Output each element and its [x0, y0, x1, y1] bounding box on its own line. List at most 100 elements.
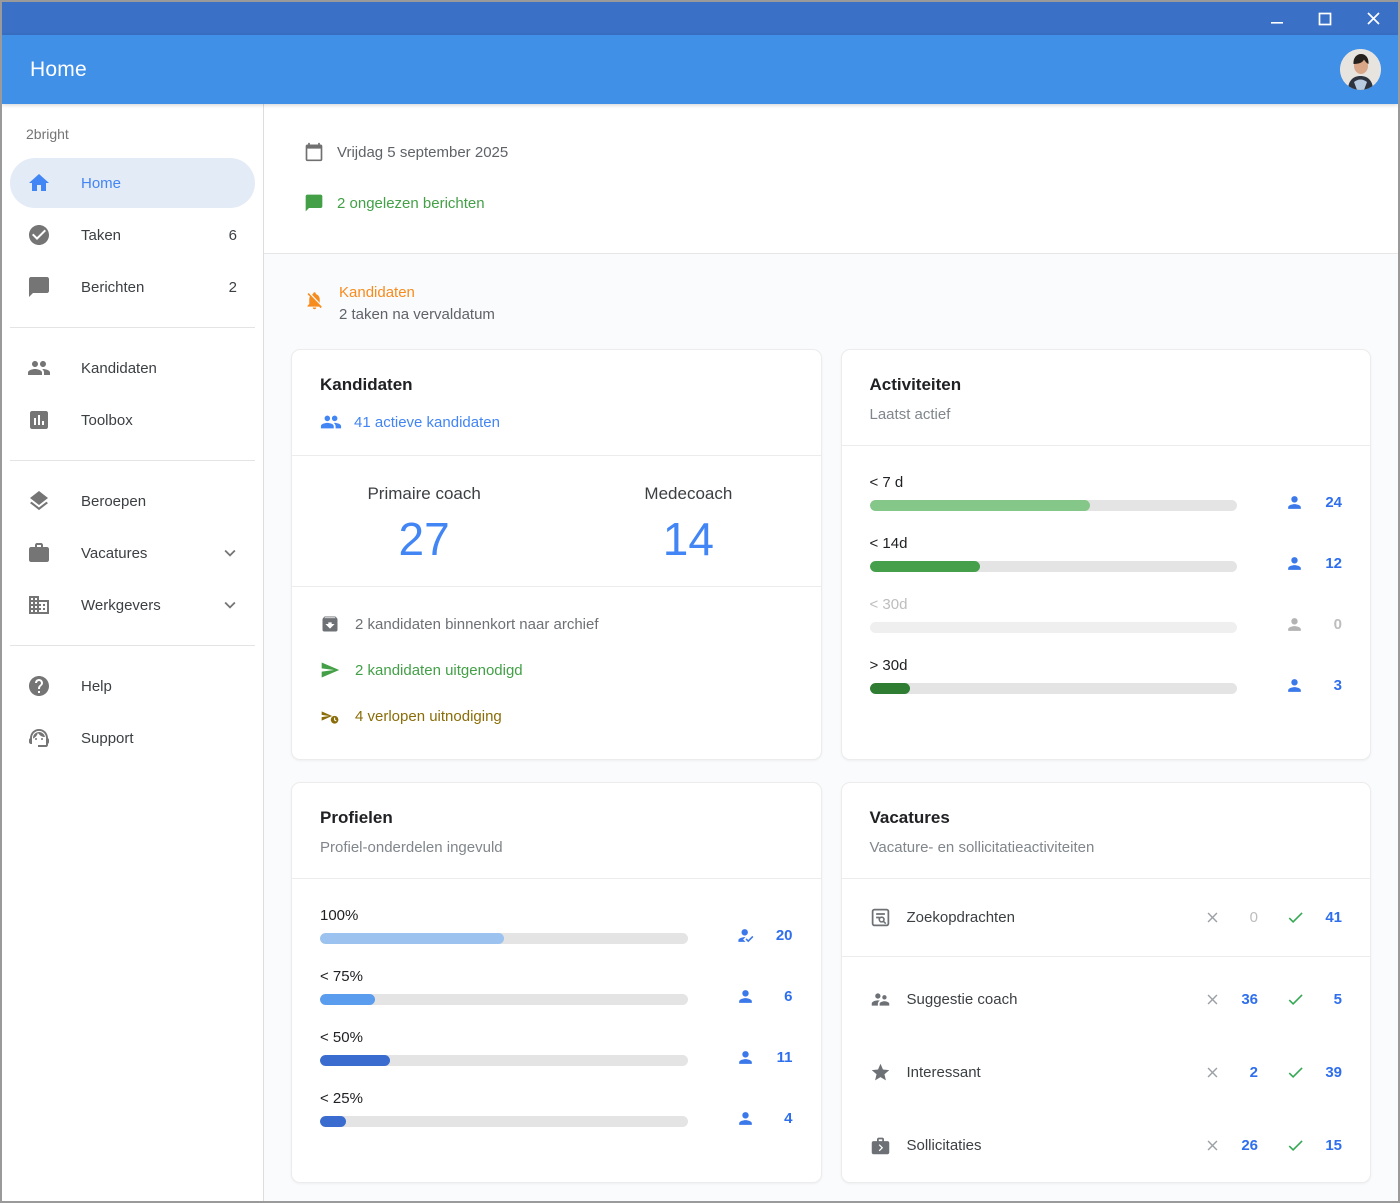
sidebar-item-vacatures[interactable]: Vacatures: [10, 528, 255, 578]
activity-count-7d[interactable]: 24: [1237, 493, 1342, 513]
home-icon: [27, 171, 51, 195]
sidebar-item-label: Toolbox: [81, 412, 133, 429]
minimize-button[interactable]: [1268, 10, 1286, 28]
close-button[interactable]: [1364, 10, 1382, 28]
sollicitaties-accepted[interactable]: 15: [1286, 1136, 1342, 1155]
person-check-icon: [736, 926, 755, 945]
org-label: 2bright: [2, 126, 263, 158]
profile-count-100[interactable]: 20: [688, 926, 793, 946]
sidebar-item-label: Home: [81, 175, 121, 192]
sollicitaties-rejected[interactable]: 26: [1204, 1137, 1258, 1154]
suggestie-coach-row: Suggestie coach 36 5: [842, 963, 1371, 1036]
active-candidates-link[interactable]: 41 actieve kandidaten: [320, 411, 793, 433]
profile-range-label: < 50%: [320, 1029, 688, 1046]
sidebar-divider: [10, 460, 255, 461]
sidebar-item-beroepen[interactable]: Beroepen: [10, 476, 255, 526]
activity-count-over30d[interactable]: 3: [1237, 676, 1342, 696]
progress-track: [320, 994, 688, 1005]
suggestie-accepted[interactable]: 5: [1286, 990, 1342, 1009]
vacatures-card: Vacatures Vacature- en sollicitatieactiv…: [841, 782, 1372, 1183]
check-icon: [1286, 908, 1305, 927]
vacature-row-label: Sollicitaties: [907, 1137, 982, 1154]
profile-range-label: < 75%: [320, 968, 688, 985]
invited-label: 2 kandidaten uitgenodigd: [355, 662, 523, 679]
sidebar-item-support[interactable]: Support: [10, 713, 255, 763]
people-icon: [320, 411, 342, 433]
sidebar-item-label: Kandidaten: [81, 360, 157, 377]
activity-count-value: 24: [1320, 494, 1342, 511]
kandidaten-card: Kandidaten 41 actieve kandidaten: [291, 349, 822, 760]
progress-track: [320, 1116, 688, 1127]
profile-count-value: 20: [771, 927, 793, 944]
sidebar-item-kandidaten[interactable]: Kandidaten: [10, 343, 255, 393]
progress-fill: [320, 1055, 390, 1066]
activity-range-label: < 7 d: [870, 474, 1238, 491]
progress-track: [320, 933, 688, 944]
zoekopdrachten-rejected[interactable]: 0: [1204, 909, 1258, 926]
check-icon: [1286, 990, 1305, 1009]
suggestie-rejected[interactable]: 36: [1204, 991, 1258, 1008]
progress-track: [320, 1055, 688, 1066]
date-label: Vrijdag 5 september 2025: [337, 144, 508, 161]
person-icon: [1285, 554, 1304, 573]
appbar: Home: [2, 35, 1398, 104]
profile-count-value: 11: [771, 1049, 793, 1066]
close-icon: [1204, 1137, 1221, 1154]
profile-row-75: < 75% 6: [320, 968, 793, 1005]
close-icon: [1204, 1064, 1221, 1081]
avatar[interactable]: [1340, 49, 1381, 90]
interessant-rejected[interactable]: 2: [1204, 1064, 1258, 1081]
main-content: Vrijdag 5 september 2025 2 ongelezen ber…: [264, 104, 1398, 1201]
profielen-card: Profielen Profiel-onderdelen ingevuld 10…: [291, 782, 822, 1183]
sidebar-item-label: Beroepen: [81, 493, 146, 510]
rejected-count: 26: [1234, 1137, 1258, 1154]
zoekopdrachten-accepted[interactable]: 41: [1286, 908, 1342, 927]
profile-count-25[interactable]: 4: [688, 1109, 793, 1129]
unread-messages-label: 2 ongelezen berichten: [337, 195, 485, 212]
unread-messages-row[interactable]: 2 ongelezen berichten: [304, 193, 1358, 213]
maximize-button[interactable]: [1316, 10, 1334, 28]
sidebar-item-help[interactable]: Help: [10, 661, 255, 711]
card-title: Kandidaten: [320, 375, 793, 395]
activity-count-30d[interactable]: 0: [1237, 615, 1342, 635]
building-icon: [27, 593, 51, 617]
chevron-down-icon[interactable]: [219, 594, 241, 616]
profile-count-75[interactable]: 6: [688, 987, 793, 1007]
overdue-tasks-alert[interactable]: Kandidaten 2 taken na vervaldatum: [304, 284, 1371, 323]
alert-subtitle: 2 taken na vervaldatum: [339, 306, 495, 323]
archive-soon-row[interactable]: 2 kandidaten binnenkort naar archief: [320, 601, 793, 647]
activity-count-value: 3: [1320, 677, 1342, 694]
sidebar-item-berichten[interactable]: Berichten 2: [10, 262, 255, 312]
primary-coach-stat: Primaire coach 27: [292, 484, 556, 566]
stat-label: Primaire coach: [292, 484, 556, 504]
accepted-count: 39: [1318, 1064, 1342, 1081]
app-window: Home 2bright Home: [0, 0, 1400, 1203]
sidebar-divider: [10, 327, 255, 328]
progress-fill: [870, 683, 910, 694]
chevron-down-icon[interactable]: [219, 542, 241, 564]
sidebar-item-werkgevers[interactable]: Werkgevers: [10, 580, 255, 630]
sidebar-item-home[interactable]: Home: [10, 158, 255, 208]
rejected-count: 2: [1234, 1064, 1258, 1081]
activity-range-label: > 30d: [870, 657, 1238, 674]
bar-chart-icon: [27, 408, 51, 432]
card-title: Vacatures: [870, 808, 1343, 828]
interessant-accepted[interactable]: 39: [1286, 1063, 1342, 1082]
rejected-count: 0: [1234, 909, 1258, 926]
invited-row[interactable]: 2 kandidaten uitgenodigd: [320, 647, 793, 693]
person-icon: [1285, 615, 1304, 634]
archive-soon-label: 2 kandidaten binnenkort naar archief: [355, 616, 599, 633]
profile-count-50[interactable]: 11: [688, 1048, 793, 1068]
person-icon: [736, 1109, 755, 1128]
close-icon: [1204, 991, 1221, 1008]
people-icon: [27, 356, 51, 380]
profile-row-25: < 25% 4: [320, 1090, 793, 1127]
profile-range-label: < 25%: [320, 1090, 688, 1107]
chat-icon: [304, 193, 324, 213]
accepted-count: 41: [1318, 909, 1342, 926]
activity-count-14d[interactable]: 12: [1237, 554, 1342, 574]
person-icon: [736, 1048, 755, 1067]
expired-invite-row[interactable]: 4 verlopen uitnodiging: [320, 693, 793, 739]
sidebar-item-taken[interactable]: Taken 6: [10, 210, 255, 260]
sidebar-item-toolbox[interactable]: Toolbox: [10, 395, 255, 445]
